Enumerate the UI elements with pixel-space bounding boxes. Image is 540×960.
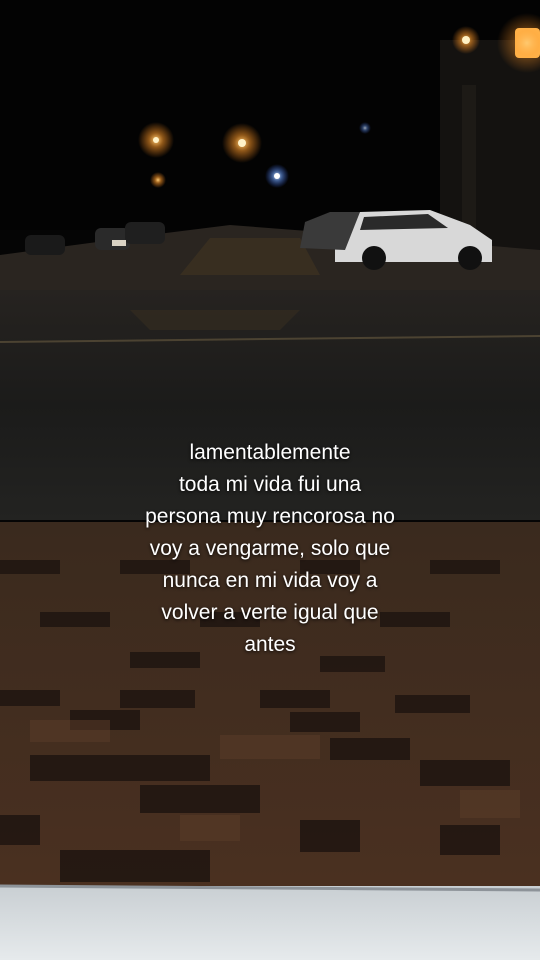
caption-line: antes (244, 633, 296, 656)
caption-overlay: lamentablemente toda mi vida fui una per… (0, 437, 540, 661)
caption-line: nunca en mi vida voy a (162, 569, 378, 592)
road-reflection (130, 310, 300, 330)
caption-line: lamentablemente (189, 441, 351, 464)
caption-line: toda mi vida fui una (178, 473, 362, 496)
caption-line: persona muy rencorosa no (145, 505, 395, 528)
curb (0, 886, 540, 960)
caption-line: volver a verte igual que (161, 601, 379, 624)
caption-line: voy a vengarme, solo que (149, 537, 391, 560)
video-frame: lamentablemente toda mi vida fui una per… (0, 0, 540, 960)
